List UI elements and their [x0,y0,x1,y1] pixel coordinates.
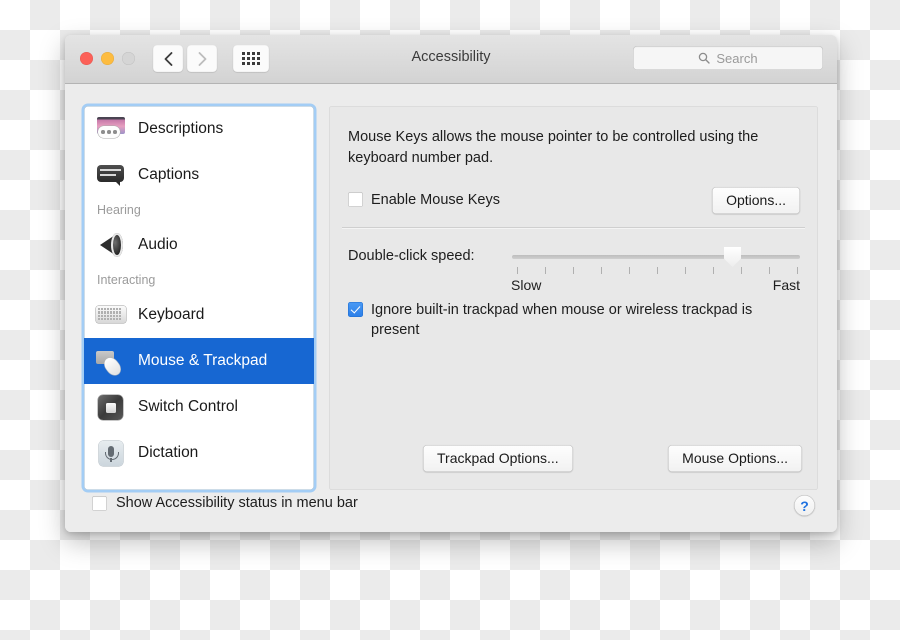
sidebar-item-label: Keyboard [138,306,205,323]
mouse-trackpad-icon [96,346,126,378]
sidebar-item-descriptions[interactable]: Descriptions [84,106,314,152]
switch-control-icon [96,392,126,422]
sidebar-item-label: Mouse & Trackpad [138,352,268,369]
sidebar-item-label: Audio [138,236,178,253]
show-accessibility-status-row[interactable]: Show Accessibility status in menu bar [92,493,358,513]
accessibility-preferences-window: Accessibility Search Descriptions Captio… [65,35,837,532]
mouse-keys-options-button[interactable]: Options... [712,187,800,214]
window-content: Descriptions Captions Hearing Audio Inte… [65,84,837,532]
sidebar-item-dictation[interactable]: Dictation [84,430,314,476]
search-field[interactable]: Search [633,46,823,70]
enable-mouse-keys-checkbox-row[interactable]: Enable Mouse Keys [348,191,500,210]
double-click-speed-slider[interactable] [512,255,800,259]
slider-tick-marks [517,267,798,274]
screenshot-canvas: Accessibility Search Descriptions Captio… [0,0,900,640]
section-divider [342,227,805,228]
keyboard-icon [96,300,126,330]
sidebar-item-audio[interactable]: Audio [84,222,314,268]
double-click-speed-label: Double-click speed: [348,248,475,264]
captions-icon [96,160,126,190]
window-titlebar: Accessibility Search [65,35,837,84]
sidebar-section-hearing: Hearing [97,203,141,217]
enable-mouse-keys-label: Enable Mouse Keys [371,191,500,208]
sidebar-item-label: Descriptions [138,120,224,137]
mouse-trackpad-settings-pane: Mouse Keys allows the mouse pointer to b… [329,106,818,490]
search-placeholder: Search [716,50,758,66]
search-icon [699,52,711,64]
show-accessibility-status-label: Show Accessibility status in menu bar [116,495,358,511]
enable-mouse-keys-row: Enable Mouse Keys Options... [348,187,800,214]
sidebar-item-mouse-trackpad[interactable]: Mouse & Trackpad [84,338,314,384]
slider-max-label: Fast [772,277,800,293]
help-question-icon: ? [800,497,809,514]
ignore-trackpad-row: Ignore built-in trackpad when mouse or w… [348,302,798,340]
sidebar-item-label: Captions [138,166,200,183]
sidebar-item-label: Dictation [138,444,199,461]
audio-speaker-icon [96,230,126,260]
ignore-trackpad-checkbox[interactable] [348,302,363,317]
ignore-trackpad-label: Ignore built-in trackpad when mouse or w… [371,302,753,338]
ignore-trackpad-checkbox-row[interactable]: Ignore built-in trackpad when mouse or w… [348,302,798,340]
dictation-microphone-icon [96,438,126,468]
options-buttons-row: Trackpad Options... Mouse Options... [423,445,802,472]
sidebar-item-switch-control[interactable]: Switch Control [84,384,314,430]
accessibility-features-sidebar[interactable]: Descriptions Captions Hearing Audio Inte… [84,106,314,490]
show-accessibility-status-checkbox[interactable] [92,495,107,511]
mouse-keys-description: Mouse Keys allows the mouse pointer to b… [348,129,759,166]
sidebar-section-interacting: Interacting [97,273,156,287]
sidebar-item-captions[interactable]: Captions [84,152,314,198]
trackpad-options-button[interactable]: Trackpad Options... [423,445,573,472]
help-button[interactable]: ? [794,495,815,516]
enable-mouse-keys-checkbox[interactable] [348,191,363,207]
slider-min-label: Slow [511,277,542,293]
slider-thumb[interactable] [724,247,741,267]
mouse-options-button[interactable]: Mouse Options... [668,445,802,472]
descriptions-icon [96,114,126,144]
sidebar-item-label: Switch Control [138,398,238,415]
sidebar-item-keyboard[interactable]: Keyboard [84,292,314,338]
